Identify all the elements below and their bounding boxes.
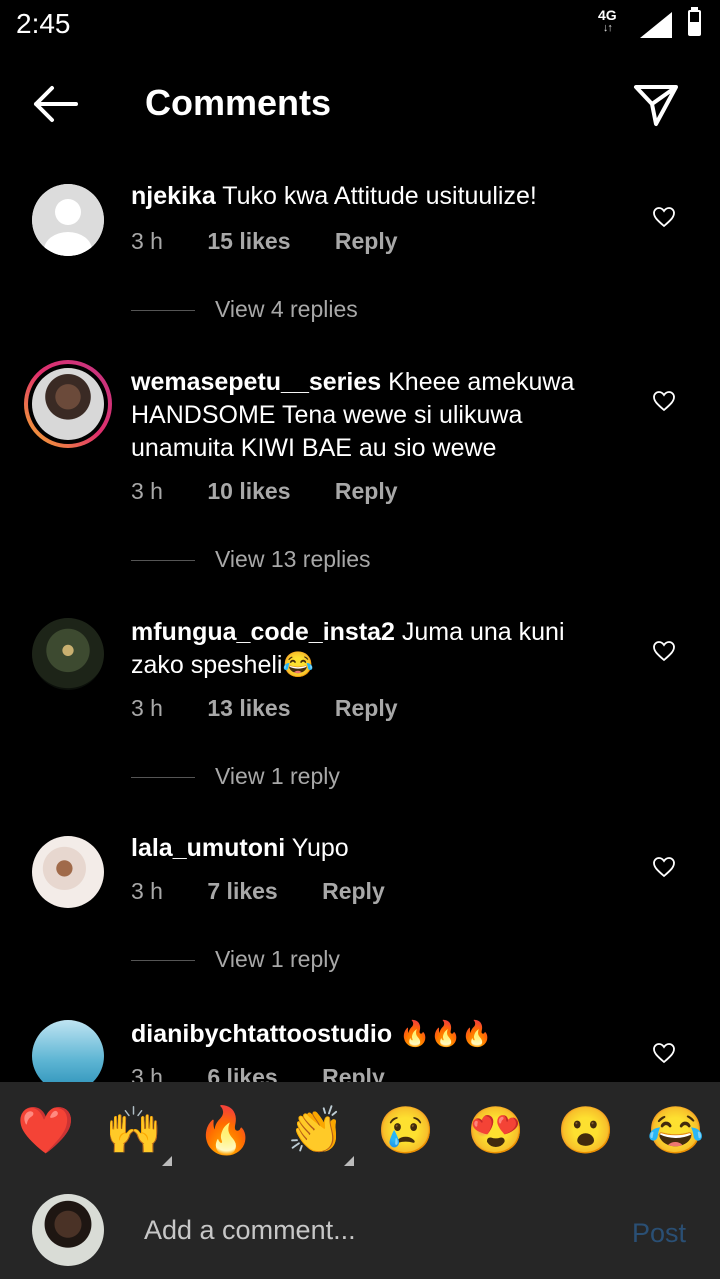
comment-time: 3 h xyxy=(131,228,163,254)
comment-time: 3 h xyxy=(131,1064,163,1082)
heart-outline-icon[interactable] xyxy=(652,206,676,228)
comment-time: 3 h xyxy=(131,695,163,721)
page-title: Comments xyxy=(145,82,332,123)
view-replies-label: View 1 reply xyxy=(215,946,340,972)
view-replies-button[interactable]: View 4 replies xyxy=(131,296,358,323)
surprised-face-emoji-button[interactable]: 😮 xyxy=(556,1100,616,1160)
reply-button[interactable]: Reply xyxy=(335,695,398,722)
heart-emoji-button[interactable]: ❤️ xyxy=(16,1100,76,1160)
status-time: 2:45 xyxy=(16,8,71,39)
avatar xyxy=(32,368,104,440)
comment-time: 3 h xyxy=(131,878,163,904)
comment-text: lala_umutoni Yupo xyxy=(131,832,621,865)
comment-body: Tuko kwa Attitude usituulize! xyxy=(222,182,537,210)
comment-meta: 3 h 6 likes Reply xyxy=(131,1064,423,1082)
comment-meta: 3 h 10 likes Reply xyxy=(131,478,436,505)
skin-tone-indicator xyxy=(344,1156,354,1166)
likes-count[interactable]: 13 likes xyxy=(207,695,290,722)
post-button[interactable]: Post xyxy=(632,1218,686,1249)
heart-outline-icon[interactable] xyxy=(652,640,676,662)
comment-text: njekika Tuko kwa Attitude usituulize! xyxy=(131,180,621,213)
comment-username[interactable]: njekika xyxy=(131,182,216,210)
network-indicator: 4G ↓↑ xyxy=(598,7,617,35)
view-replies-label: View 1 reply xyxy=(215,763,340,789)
status-bar: 2:45 4G ↓↑ xyxy=(0,0,720,52)
data-arrows-icon: ↓↑ xyxy=(602,22,613,34)
comment-text: mfungua_code_insta2 Juma una kuni zako s… xyxy=(131,616,621,682)
clapping-hands-emoji-button[interactable]: 👏 xyxy=(286,1100,354,1166)
avatar-border xyxy=(28,364,108,444)
comment-body: 🔥🔥🔥 xyxy=(399,1020,493,1048)
likes-count[interactable]: 7 likes xyxy=(207,878,277,905)
heart-outline-icon[interactable] xyxy=(652,390,676,412)
avatar[interactable] xyxy=(32,1020,104,1082)
reply-button[interactable]: Reply xyxy=(322,1064,385,1082)
replies-divider xyxy=(131,960,195,962)
raising-hands-emoji: 🙌 xyxy=(105,1104,163,1156)
replies-divider xyxy=(131,560,195,562)
heart-outline-icon[interactable] xyxy=(652,856,676,878)
reply-button[interactable]: Reply xyxy=(335,228,398,255)
comment-username[interactable]: wemasepetu__series xyxy=(131,368,381,396)
emoji-quick-bar: ❤️ 🙌 🔥 👏 😢 😍 😮 😂 xyxy=(0,1082,720,1182)
view-replies-label: View 4 replies xyxy=(215,296,358,322)
view-replies-button[interactable]: View 1 reply xyxy=(131,763,340,790)
current-user-avatar xyxy=(32,1194,104,1266)
avatar-story-ring[interactable] xyxy=(24,360,112,448)
heart-eyes-emoji-button[interactable]: 😍 xyxy=(466,1100,526,1160)
back-button[interactable] xyxy=(28,82,84,126)
comment-body: Yupo xyxy=(291,834,349,862)
top-bar: Comments xyxy=(0,60,720,150)
likes-count[interactable]: 15 likes xyxy=(207,228,290,255)
reply-button[interactable]: Reply xyxy=(322,878,385,905)
view-replies-label: View 13 replies xyxy=(215,546,371,572)
paper-plane-icon xyxy=(634,85,678,126)
crying-face-emoji-button[interactable]: 😢 xyxy=(376,1100,436,1160)
avatar[interactable] xyxy=(32,618,104,690)
comment-username[interactable]: dianibychtattoostudio xyxy=(131,1020,392,1048)
share-button[interactable] xyxy=(630,80,682,130)
comment-time: 3 h xyxy=(131,478,163,504)
tears-of-joy-emoji-button[interactable]: 😂 xyxy=(646,1100,706,1160)
avatar[interactable] xyxy=(32,184,104,256)
comment-input[interactable] xyxy=(144,1210,614,1250)
comment-meta: 3 h 15 likes Reply xyxy=(131,228,436,255)
network-type: 4G xyxy=(598,7,617,23)
fire-emoji-button[interactable]: 🔥 xyxy=(196,1100,256,1160)
comment-composer: Post xyxy=(0,1182,720,1279)
battery-icon xyxy=(688,7,701,36)
default-avatar-icon xyxy=(32,184,104,256)
arrow-left-icon xyxy=(34,86,78,122)
replies-divider xyxy=(131,310,195,312)
likes-count[interactable]: 10 likes xyxy=(207,478,290,505)
heart-outline-icon[interactable] xyxy=(652,1042,676,1064)
comment-text: dianibychtattoostudio 🔥🔥🔥 xyxy=(131,1018,621,1051)
comment-meta: 3 h 13 likes Reply xyxy=(131,695,436,722)
skin-tone-indicator xyxy=(162,1156,172,1166)
view-replies-button[interactable]: View 13 replies xyxy=(131,546,371,573)
raising-hands-emoji-button[interactable]: 🙌 xyxy=(104,1100,172,1166)
comment-text: wemasepetu__series Kheee amekuwa HANDSOM… xyxy=(131,366,621,465)
reply-button[interactable]: Reply xyxy=(335,478,398,505)
comment-username[interactable]: mfungua_code_insta2 xyxy=(131,618,395,646)
comments-list[interactable]: njekika Tuko kwa Attitude usituulize! 3 … xyxy=(0,170,720,1082)
likes-count[interactable]: 6 likes xyxy=(207,1064,277,1082)
replies-divider xyxy=(131,777,195,779)
signal-icon xyxy=(640,12,672,38)
avatar[interactable] xyxy=(32,836,104,908)
view-replies-button[interactable]: View 1 reply xyxy=(131,946,340,973)
comment-username[interactable]: lala_umutoni xyxy=(131,834,285,862)
comment-meta: 3 h 7 likes Reply xyxy=(131,878,423,905)
clapping-hands-emoji: 👏 xyxy=(287,1104,345,1156)
